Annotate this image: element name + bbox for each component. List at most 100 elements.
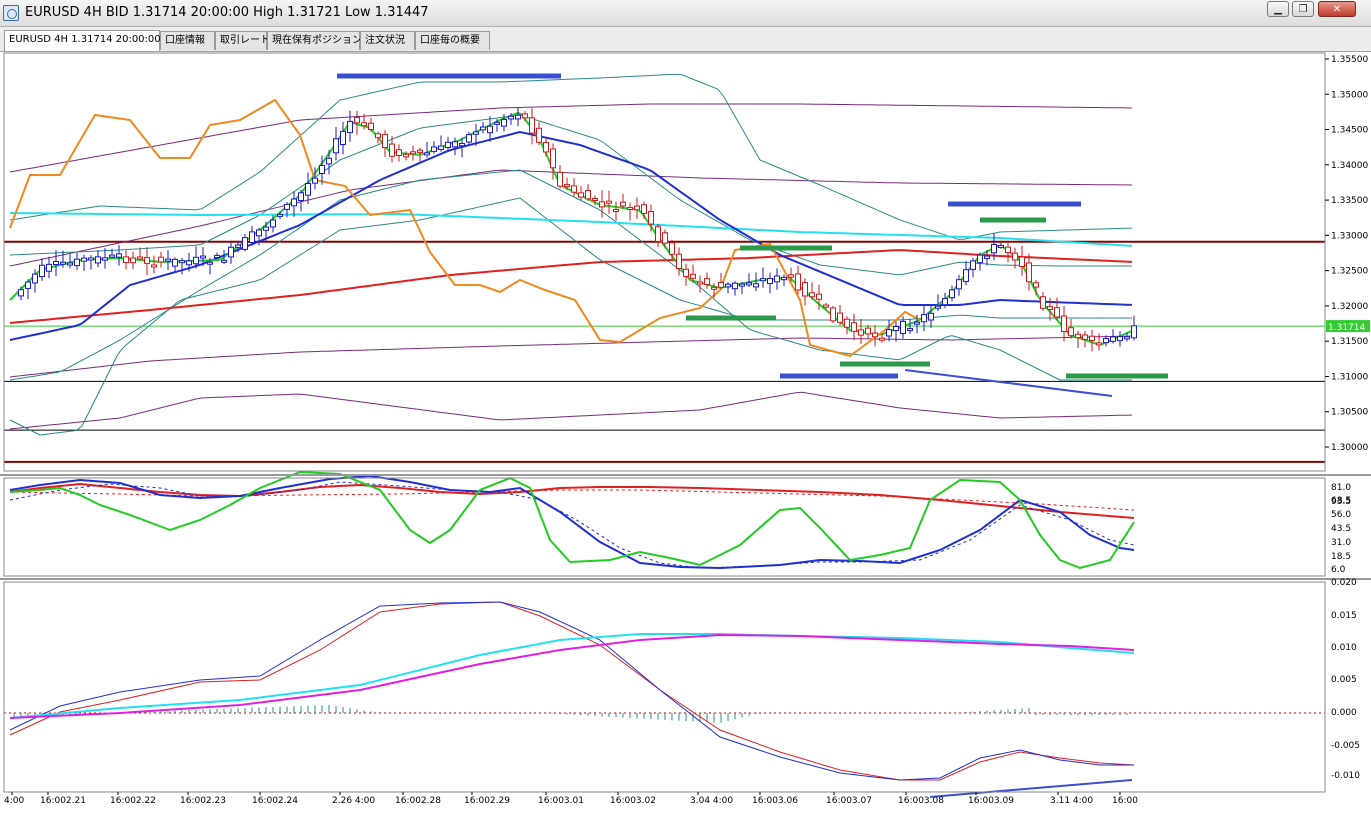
candle-body xyxy=(697,281,703,285)
candle-body xyxy=(767,277,773,284)
close-button[interactable]: ✕ xyxy=(1318,1,1356,17)
candle-body xyxy=(39,264,45,278)
candle-body xyxy=(578,192,584,198)
candle-body xyxy=(452,141,458,148)
candle-body xyxy=(277,213,283,217)
candle-body xyxy=(116,253,122,258)
candle-body xyxy=(508,115,514,120)
candle-body xyxy=(515,114,521,120)
candle-body xyxy=(102,257,108,261)
tab-open-positions[interactable]: 現在保有ポジション xyxy=(267,31,362,50)
candle-body xyxy=(361,122,367,127)
candle-body xyxy=(1054,307,1060,318)
app-chart-icon xyxy=(3,5,19,21)
candle-body xyxy=(627,206,633,210)
candle-body xyxy=(669,242,675,255)
candle-body xyxy=(445,141,451,148)
candle-body xyxy=(1033,282,1039,288)
candle-body xyxy=(991,243,997,254)
candle-body xyxy=(998,244,1004,248)
candle-body xyxy=(228,246,234,258)
tab-bar: EURUSD 4H 1.31714 20:00:00 口座情報 取引レート 現在… xyxy=(0,27,1371,52)
candle-body xyxy=(396,149,402,157)
candle-body xyxy=(431,146,437,152)
chart-canvas[interactable]: 1.35500 1.35000 1.34500 1.34000 1.33500 1.330… xyxy=(0,52,1371,809)
tab-trading-rates[interactable]: 取引レート xyxy=(215,31,270,50)
candle-body xyxy=(375,133,381,139)
candle-body xyxy=(914,321,920,325)
candle-body xyxy=(529,117,535,134)
candle-body xyxy=(977,254,983,264)
candle-body xyxy=(662,232,668,244)
candle-body xyxy=(676,253,682,270)
time-axis-label: 16:003.01 xyxy=(538,796,584,806)
candle-body xyxy=(1026,262,1032,283)
candle-body xyxy=(522,113,528,119)
candle-body xyxy=(641,204,647,214)
candle-body xyxy=(459,142,465,147)
candle-body xyxy=(347,120,353,134)
time-axis-label: 16:002.21 xyxy=(40,796,86,806)
candle-body xyxy=(935,305,941,309)
candle-body xyxy=(32,273,38,284)
candle-body xyxy=(1110,336,1116,342)
candle-body xyxy=(816,293,822,300)
tab-chart-eurusd[interactable]: EURUSD 4H 1.31714 20:00:00 xyxy=(4,30,161,51)
tab-account-info[interactable]: 口座情報 xyxy=(160,31,215,50)
macd-axis-label: -0.005 xyxy=(1331,741,1360,751)
candle-body xyxy=(704,278,710,285)
candle-body xyxy=(900,320,906,334)
candle-body xyxy=(1082,334,1088,340)
time-axis-label: 16:003.08 xyxy=(898,796,944,806)
candle-body xyxy=(235,244,241,248)
macd-axis-label: 0.000 xyxy=(1331,708,1357,718)
candle-body xyxy=(928,312,934,321)
candle-body xyxy=(417,149,423,154)
stochastic-axis-label: 31.0 xyxy=(1331,538,1351,548)
tab-account-summary[interactable]: 口座毎の概要 xyxy=(415,31,490,50)
candle-body xyxy=(130,257,136,264)
candle-body xyxy=(592,197,598,201)
candle-body xyxy=(382,133,388,149)
candle-body xyxy=(949,289,955,299)
candle-body xyxy=(648,211,654,225)
candle-body xyxy=(368,122,374,130)
candle-body xyxy=(95,256,101,264)
window-title-bar[interactable]: EURUSD 4H BID 1.31714 20:00:00 High 1.31… xyxy=(0,0,1371,27)
candle-body xyxy=(1047,305,1053,310)
candle-body xyxy=(634,205,640,211)
tab-order-status[interactable]: 注文状況 xyxy=(360,31,415,50)
candle-body xyxy=(823,304,829,308)
price-axis-label: 1.34500 xyxy=(1331,126,1368,136)
price-axis-label: 1.32000 xyxy=(1331,302,1368,312)
candle-body xyxy=(725,283,731,288)
candle-body xyxy=(886,329,892,337)
current-price-label: 1.31714 xyxy=(1328,323,1365,333)
candle-body xyxy=(1117,336,1123,342)
candle-body xyxy=(501,118,507,127)
candle-body xyxy=(263,226,269,231)
minimize-button[interactable]: ▁ xyxy=(1267,1,1289,17)
time-axis-label: 16:002.24 xyxy=(252,796,298,806)
candle-body xyxy=(494,121,500,125)
candle-body xyxy=(907,328,913,332)
chart-window[interactable]: 1.35500 1.35000 1.34500 1.34000 1.33500 1.330… xyxy=(0,52,1371,809)
candle-body xyxy=(389,143,395,157)
candle-body xyxy=(74,258,80,267)
price-axis-label: 1.30000 xyxy=(1331,443,1368,453)
time-axis-label: 16:003.02 xyxy=(610,796,656,806)
candle-body xyxy=(872,332,878,338)
candle-body xyxy=(172,258,178,267)
candle-body xyxy=(151,264,157,268)
candle-body xyxy=(683,268,689,277)
candle-body xyxy=(921,314,927,323)
restore-button[interactable]: ❐ xyxy=(1292,1,1314,17)
candle-body xyxy=(606,200,612,204)
candle-body xyxy=(788,274,794,278)
candle-body xyxy=(613,209,619,213)
candle-body xyxy=(550,148,556,169)
candle-body xyxy=(214,254,220,258)
candle-body xyxy=(802,282,808,297)
price-axis-label: 1.35000 xyxy=(1331,90,1368,100)
candle-body xyxy=(879,337,885,341)
